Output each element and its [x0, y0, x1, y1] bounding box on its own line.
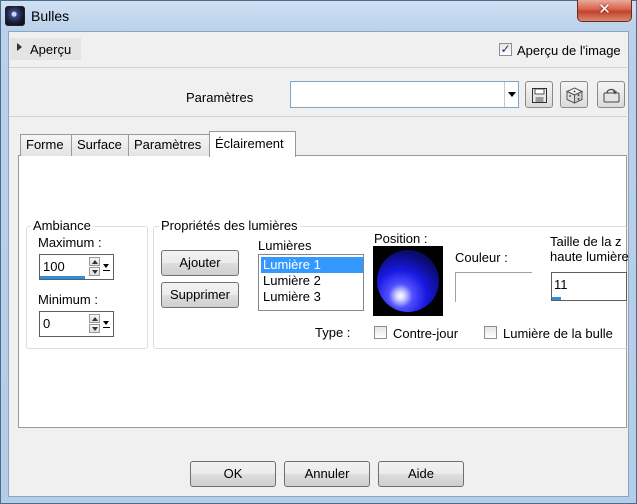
reset-button[interactable]	[597, 81, 625, 108]
chevron-down-icon	[103, 321, 109, 325]
add-light-button[interactable]: Ajouter	[161, 250, 239, 276]
tab-shape[interactable]: Forme	[20, 134, 72, 156]
lights-group-title: Propriétés des lumières	[159, 218, 300, 233]
divider	[9, 67, 627, 68]
cancel-button[interactable]: Annuler	[284, 461, 370, 487]
app-icon	[5, 6, 25, 26]
light-sphere-preview	[377, 250, 439, 312]
decrement-button[interactable]	[89, 267, 100, 276]
maximum-slider-dropdown[interactable]	[103, 259, 111, 275]
list-item-light-1[interactable]: Lumière 1	[261, 257, 363, 273]
maximum-spinbox[interactable]: 100	[39, 254, 114, 280]
arrow-down-icon	[92, 327, 98, 331]
position-label: Position :	[374, 231, 428, 246]
randomize-button[interactable]	[560, 81, 588, 108]
save-preset-button[interactable]	[525, 81, 553, 108]
ambiance-title: Ambiance	[31, 218, 93, 233]
tab-surface[interactable]: Surface	[71, 134, 129, 156]
chevron-down-icon	[103, 264, 109, 268]
reset-icon	[603, 88, 620, 103]
presets-combo[interactable]	[290, 81, 519, 108]
title-bar[interactable]: Bulles ✕	[0, 0, 637, 32]
chevron-down-icon	[508, 92, 516, 97]
backlight-checkbox[interactable]	[374, 326, 387, 339]
arrow-up-icon	[92, 317, 98, 321]
highlight-size-label-line2: haute lumière	[550, 249, 629, 264]
maximum-stepper[interactable]	[89, 257, 101, 277]
maximum-label: Maximum :	[38, 235, 102, 250]
type-label: Type :	[315, 325, 351, 340]
expand-arrow-icon	[17, 43, 22, 51]
minimum-label: Minimum :	[38, 292, 98, 307]
presets-label: Paramètres	[186, 90, 254, 105]
maximum-level-bar	[40, 276, 85, 279]
increment-button[interactable]	[89, 314, 100, 323]
checkmark-icon: ✓	[500, 42, 511, 56]
lights-listbox[interactable]: Lumière 1 Lumière 2 Lumière 3	[258, 254, 364, 311]
maximum-value: 100	[43, 259, 65, 274]
arrow-down-icon	[92, 270, 98, 274]
minimum-value: 0	[43, 316, 51, 331]
divider	[9, 116, 627, 117]
close-button[interactable]: ✕	[577, 0, 632, 22]
delete-light-button[interactable]: Supprimer	[161, 282, 239, 308]
highlight-size-input[interactable]: 11	[551, 272, 627, 301]
light-color-swatch[interactable]	[455, 272, 532, 302]
bubble-light-label: Lumière de la bulle	[503, 326, 613, 341]
dropdown-underline	[103, 327, 110, 328]
arrow-up-icon	[92, 260, 98, 264]
tab-lighting[interactable]: Éclairement	[209, 131, 296, 157]
bubble-light-checkbox[interactable]	[484, 326, 497, 339]
highlight-size-value: 11	[554, 277, 568, 292]
highlight-size-label-line1: Taille de la z	[550, 234, 622, 249]
dice-icon	[566, 87, 583, 104]
decrement-button[interactable]	[89, 324, 100, 333]
light-position-preview[interactable]	[373, 246, 443, 316]
tab-parameters[interactable]: Paramètres	[128, 134, 210, 156]
minimum-stepper[interactable]	[89, 314, 101, 334]
backlight-label: Contre-jour	[393, 326, 459, 341]
minimum-slider-dropdown[interactable]	[103, 316, 111, 332]
ok-button[interactable]: OK	[190, 461, 276, 487]
dropdown-underline	[103, 270, 110, 271]
minimum-spinbox[interactable]: 0	[39, 311, 114, 337]
save-icon	[532, 88, 547, 103]
color-label: Couleur :	[455, 250, 508, 265]
list-item-light-3[interactable]: Lumière 3	[261, 289, 363, 305]
presets-dropdown-button[interactable]	[504, 82, 518, 107]
window-title: Bulles	[31, 8, 70, 24]
help-button[interactable]: Aide	[378, 461, 464, 487]
highlight-size-level-bar	[552, 297, 561, 300]
image-preview-label: Aperçu de l'image	[517, 43, 621, 58]
list-item-light-2[interactable]: Lumière 2	[261, 273, 363, 289]
increment-button[interactable]	[89, 257, 100, 266]
lights-list-label: Lumières	[258, 238, 312, 253]
preview-toggle-label: Aperçu	[30, 42, 72, 57]
image-preview-checkbox[interactable]: ✓	[499, 43, 512, 56]
